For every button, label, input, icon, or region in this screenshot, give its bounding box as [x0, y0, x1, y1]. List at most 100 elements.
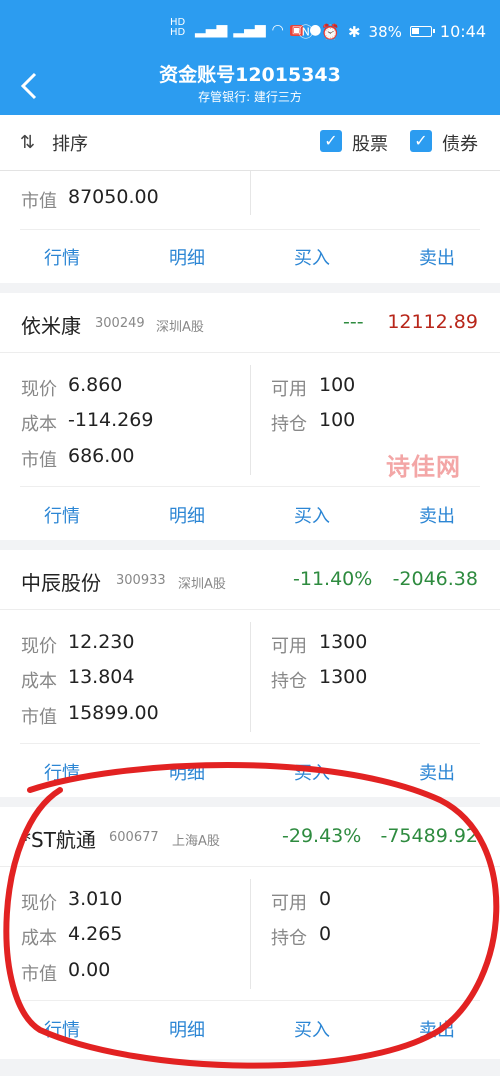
buy-button[interactable]: 买入 — [272, 759, 352, 785]
holding-qty: 0 — [319, 923, 332, 945]
page-title: 资金账号12015343 — [159, 64, 341, 86]
market-name: 深圳A股 — [178, 577, 226, 592]
quote-button[interactable]: 行情 — [22, 759, 102, 785]
market-value-label: 市值 — [21, 707, 57, 728]
clock: 10:44 — [439, 22, 486, 41]
row-divider — [20, 1000, 480, 1001]
profit-loss: 12112.89 — [387, 311, 478, 333]
market-value-label: 市值 — [21, 964, 57, 985]
market-value: 87050.00 — [68, 186, 159, 208]
holding-card-partial: 市值 87050.00 行情 明细 买入 卖出 — [0, 171, 500, 283]
bluetooth-icon: ✱ — [347, 22, 361, 41]
buy-button[interactable]: 买入 — [272, 1016, 352, 1042]
stocks-filter-label[interactable]: 股票 — [352, 130, 388, 156]
available-label: 可用 — [271, 379, 307, 400]
stock-code: 600677 — [109, 830, 159, 845]
profit-loss: -75489.92 — [380, 825, 478, 847]
cost-price: -114.269 — [68, 409, 154, 431]
bonds-filter-label[interactable]: 债券 — [442, 130, 478, 156]
available-label: 可用 — [271, 893, 307, 914]
profit-loss: -2046.38 — [392, 568, 478, 590]
watermark: 诗佳网 — [386, 453, 461, 481]
available-qty: 0 — [319, 888, 332, 910]
sell-button[interactable]: 卖出 — [397, 244, 477, 270]
holding-label: 持仓 — [271, 928, 307, 949]
market-value-label: 市值 — [21, 191, 57, 212]
status-bar: HD HD ▂▄▆ ▂▄▆ ◠ ▣ ● Ⓝ ⏰ ✱ 38% 10:44 — [0, 0, 500, 60]
holding-card[interactable]: 依米康 300249 深圳A股 --- 12112.89 现价 6.860 成本… — [0, 293, 500, 540]
row-divider — [20, 743, 480, 744]
signal-icon-2: ▂▄▆ — [233, 22, 266, 38]
detail-button[interactable]: 明细 — [147, 502, 227, 528]
holding-label: 持仓 — [271, 671, 307, 692]
detail-button[interactable]: 明细 — [147, 244, 227, 270]
market-name: 上海A股 — [172, 834, 220, 849]
market-name: 深圳A股 — [156, 320, 204, 335]
current-price: 12.230 — [68, 631, 135, 653]
cost-label: 成本 — [21, 671, 57, 692]
cost-label: 成本 — [21, 928, 57, 949]
cost-price: 13.804 — [68, 666, 135, 688]
stocks-checkbox[interactable]: ✓ — [320, 130, 342, 152]
market-value: 686.00 — [68, 445, 135, 467]
available-qty: 100 — [319, 374, 356, 396]
sort-icon[interactable]: ⇅ — [20, 132, 35, 153]
battery-percent: 38% — [368, 22, 402, 41]
holding-card[interactable]: *ST航通 600677 上海A股 -29.43% -75489.92 现价 3… — [0, 807, 500, 1059]
available-label: 可用 — [271, 636, 307, 657]
current-price: 6.860 — [68, 374, 123, 396]
card-header: 依米康 300249 深圳A股 --- 12112.89 — [0, 293, 500, 353]
stock-name: 中辰股份 — [21, 571, 101, 595]
cost-price: 4.265 — [68, 923, 123, 945]
buy-button[interactable]: 买入 — [272, 244, 352, 270]
change-percent: --- — [343, 311, 364, 333]
alarm-icon: ⏰ — [321, 22, 340, 41]
price-label: 现价 — [21, 379, 57, 400]
bonds-checkbox[interactable]: ✓ — [410, 130, 432, 152]
cost-label: 成本 — [21, 414, 57, 435]
change-percent: -29.43% — [282, 825, 362, 847]
quote-button[interactable]: 行情 — [22, 1016, 102, 1042]
card-header: 中辰股份 300933 深圳A股 -11.40% -2046.38 — [0, 550, 500, 610]
stock-name: *ST航通 — [21, 828, 96, 852]
change-percent: -11.40% — [293, 568, 373, 590]
stock-code: 300249 — [95, 316, 145, 331]
column-divider — [250, 171, 251, 215]
quote-button[interactable]: 行情 — [22, 244, 102, 270]
status-right: Ⓝ ⏰ ✱ 38% 10:44 — [298, 21, 486, 42]
page-subtitle: 存管银行: 建行三方 — [198, 90, 302, 104]
holding-qty: 100 — [319, 409, 356, 431]
row-divider — [20, 229, 480, 230]
detail-button[interactable]: 明细 — [147, 759, 227, 785]
price-label: 现价 — [21, 636, 57, 657]
stock-code: 300933 — [116, 573, 166, 588]
column-divider — [250, 365, 251, 475]
current-price: 3.010 — [68, 888, 123, 910]
app-header: 资金账号12015343 存管银行: 建行三方 — [0, 60, 500, 115]
check-icon: ✓ — [324, 131, 338, 150]
column-divider — [250, 622, 251, 732]
quote-button[interactable]: 行情 — [22, 502, 102, 528]
network-indicator: HD HD — [170, 17, 186, 38]
row-divider — [20, 486, 480, 487]
market-value: 15899.00 — [68, 702, 159, 724]
detail-button[interactable]: 明细 — [147, 1016, 227, 1042]
card-header: *ST航通 600677 上海A股 -29.43% -75489.92 — [0, 807, 500, 867]
buy-button[interactable]: 买入 — [272, 502, 352, 528]
battery-icon — [409, 26, 435, 37]
market-value: 0.00 — [68, 959, 111, 981]
column-divider — [250, 879, 251, 989]
nfc-icon: Ⓝ — [298, 23, 314, 41]
price-label: 现价 — [21, 893, 57, 914]
holding-label: 持仓 — [271, 414, 307, 435]
stock-name: 依米康 — [21, 314, 81, 338]
sort-button[interactable]: 排序 — [52, 130, 88, 156]
wifi-icon: ◠ — [271, 22, 284, 38]
sell-button[interactable]: 卖出 — [397, 759, 477, 785]
signal-icon: ▂▄▆ — [195, 22, 228, 38]
sell-button[interactable]: 卖出 — [397, 502, 477, 528]
holding-card[interactable]: 中辰股份 300933 深圳A股 -11.40% -2046.38 现价 12.… — [0, 550, 500, 797]
holding-qty: 1300 — [319, 666, 368, 688]
market-value-label: 市值 — [21, 450, 57, 471]
sell-button[interactable]: 卖出 — [397, 1016, 477, 1042]
